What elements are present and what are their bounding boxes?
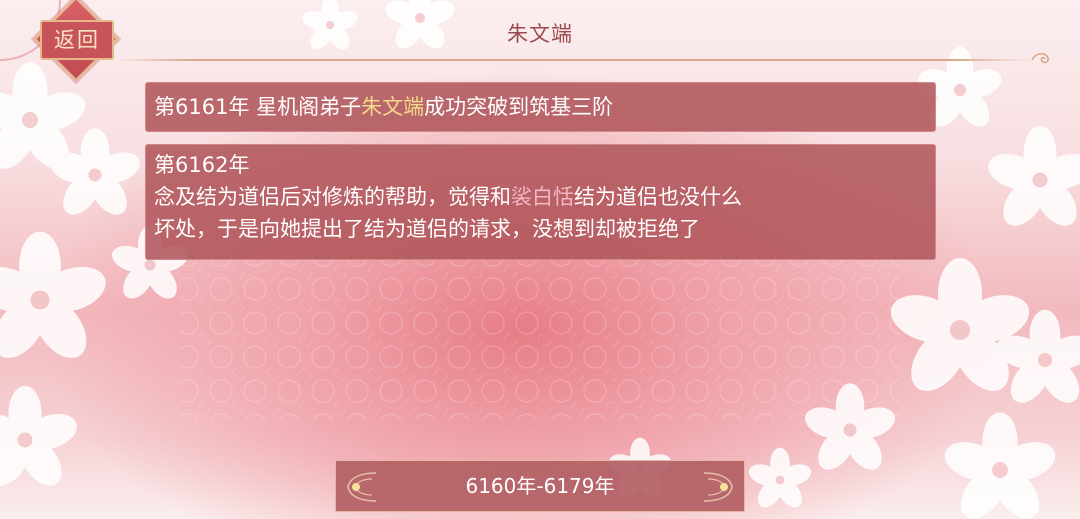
character-name[interactable]: 裟白恬	[511, 185, 574, 209]
event-card: 第6162年 念及结为道侣后对修炼的帮助，觉得和裟白恬结为道侣也没什么 坏处，于…	[145, 144, 936, 260]
ornament-icon	[703, 472, 733, 502]
year-range-selector[interactable]: 6160年-6179年	[335, 460, 745, 512]
character-name[interactable]: 朱文端	[361, 95, 424, 119]
event-text: 念及结为道侣后对修炼的帮助，觉得和	[154, 185, 511, 209]
event-year: 第6162年	[154, 153, 250, 177]
event-text: 第6161年 星机阁弟子	[154, 95, 362, 119]
event-text: 结为道侣也没什么	[574, 185, 742, 209]
year-range-label: 6160年-6179年	[465, 474, 615, 498]
page-title: 朱文端	[507, 22, 573, 46]
scroll-ornament-icon	[1031, 52, 1049, 64]
back-button[interactable]: 返回	[32, 0, 122, 82]
event-text: 成功突破到筑基三阶	[424, 95, 614, 119]
event-card: 第6161年 星机阁弟子朱文端成功突破到筑基三阶	[145, 82, 936, 132]
header-divider	[118, 59, 1030, 61]
event-text: 坏处，于是向她提出了结为道侣的请求，没想到却被拒绝了	[154, 217, 700, 241]
back-button-label: 返回	[40, 20, 114, 60]
